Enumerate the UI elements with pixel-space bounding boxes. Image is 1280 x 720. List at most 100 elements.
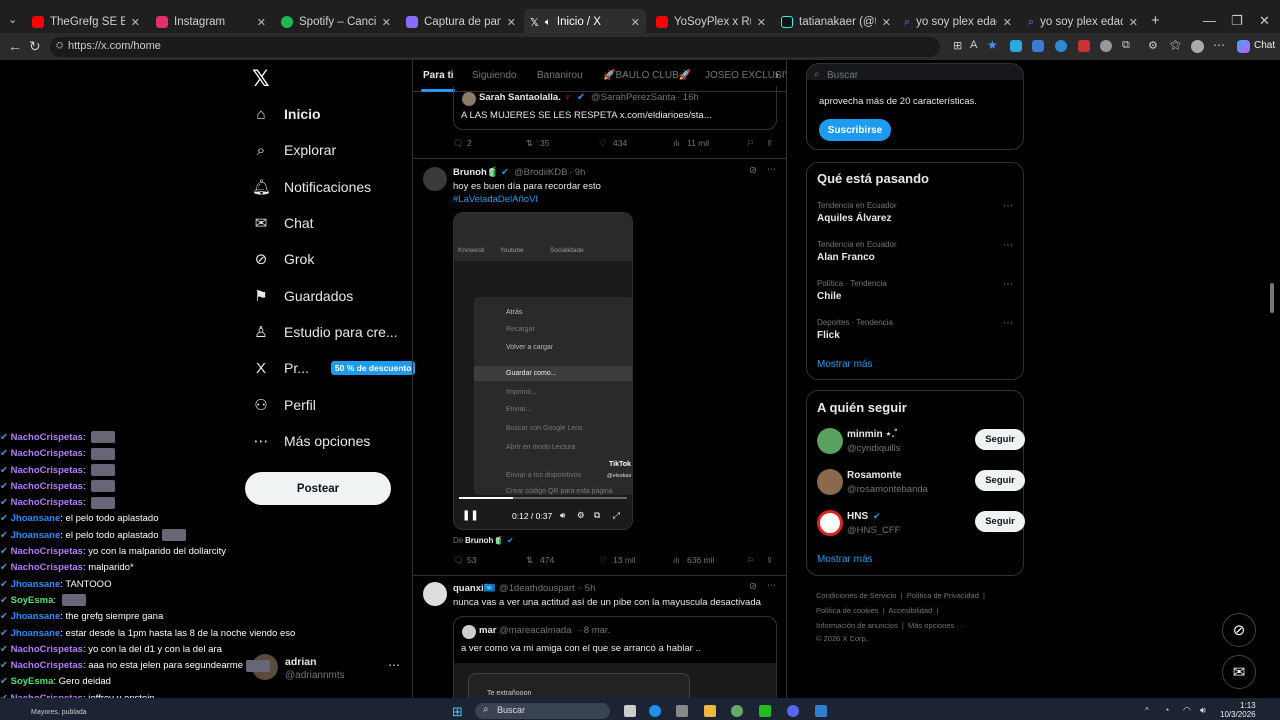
fullscreen-icon[interactable]: ⤢ [613,510,620,521]
repost-icon[interactable]: ⇅ [526,555,533,566]
show-more-link[interactable]: Mostrar más [817,359,873,370]
close-icon[interactable]: ✕ [131,16,140,29]
apps-icon[interactable]: ⊞ [953,39,962,52]
quoted-post[interactable]: Sarah Santaolalla. ♀ ✔ @SarahPerezSanta … [453,86,777,130]
pip-icon[interactable]: ⧉ [594,510,600,521]
reply-icon[interactable]: 🗨︎ [453,555,464,566]
clock[interactable]: 1:13 10/3/2026 [1220,701,1256,719]
tab-bananirou[interactable]: Bananirou [537,70,583,81]
close-icon[interactable]: ✕ [1129,16,1138,29]
nav-item-x-premium[interactable]: X Pr... 50 % de descuento [252,354,416,382]
close-icon[interactable]: ✕ [882,16,891,29]
discord-icon[interactable] [787,705,799,717]
app-icon[interactable] [731,705,743,717]
follow-button[interactable]: Seguir [975,511,1025,532]
repost-icon[interactable]: ⇅ [526,138,533,149]
grok-icon[interactable]: ⊘ [749,165,757,176]
post-button[interactable]: Postear [245,472,391,505]
more-dots-icon[interactable]: ⋯ [1003,279,1013,290]
account-switcher[interactable]: adrian @adriannmts ⋯ [252,654,402,684]
close-icon[interactable]: ✕ [631,16,640,29]
video-progress-track[interactable] [459,497,627,499]
grok-icon[interactable]: ⊘ [749,581,757,592]
maximize-icon[interactable]: ❐ [1231,13,1243,29]
extension-icon[interactable] [1032,40,1044,52]
folder-icon[interactable] [704,705,716,717]
more-dots-icon[interactable]: ⋯ [1003,318,1013,329]
nav-item-home[interactable]: ⌂ Inicio [252,100,320,128]
close-window-icon[interactable]: ✕ [1259,13,1270,29]
copilot-icon[interactable] [1237,40,1250,53]
browser-tab-active[interactable]: 𝕏 🔈︎ Inicio / X ✕ [524,9,646,35]
browser-tab[interactable]: TheGrefg SE BESA CON SU✕ [26,9,146,35]
wifi-icon[interactable]: ◠ [1183,705,1191,716]
follow-button[interactable]: Seguir [975,429,1025,450]
quoted-media[interactable]: Te extrañooon [454,663,776,698]
nav-item-bookmark[interactable]: ⚑ Guardados [252,282,353,310]
like-icon[interactable]: ♡ [599,138,607,149]
network-icon[interactable]: ◔ [1164,705,1169,715]
browser-tab[interactable]: Spotify – Canciones que te✕ [275,9,397,35]
collections-icon[interactable]: ⚝ [1170,39,1181,52]
extensions-puzzle-icon[interactable]: ⧉ [1122,39,1130,52]
tray-chevron-icon[interactable]: ^ [1145,706,1149,715]
close-icon[interactable]: ✕ [757,16,766,29]
extension-icon[interactable] [1100,40,1112,52]
share-icon[interactable]: ⇪ [766,555,773,566]
site-info-icon[interactable]: ⛭ [56,40,63,51]
bookmark-icon[interactable]: ⚐ [747,555,755,566]
browser-tab[interactable]: ⌕yo soy plex edad - Búsque✕ [1022,9,1144,35]
hashtag-link[interactable]: #LaVeladaDelAñoVI [453,194,538,205]
chat-button[interactable]: Chat [1254,40,1275,51]
url-field[interactable]: https://x.com/home [50,37,940,57]
nav-item-grok[interactable]: ⊘ Grok [252,245,315,273]
browser-tab[interactable]: ⌕yo soy plex edad - Búsque✕ [898,9,1018,35]
windows-start-icon[interactable]: ⊞ [452,704,463,720]
profile-avatar-icon[interactable] [1191,40,1204,53]
favorite-star-icon[interactable]: ★ [987,38,998,52]
browser-tab[interactable]: tatianakaer (@tatianakaer✕ [775,9,897,35]
browser-tab[interactable]: YoSoyPlex x Ruven - Flow✕ [650,9,772,35]
views-icon[interactable]: ılı [673,138,680,148]
tabs-scroll-right-icon[interactable]: › [775,70,778,81]
nav-item-bell[interactable]: 🔔︎ Notificaciones [252,173,371,201]
nav-item-search[interactable]: ⌕ Explorar [252,136,336,164]
close-icon[interactable]: ✕ [257,16,266,29]
follow-button[interactable]: Seguir [975,470,1025,491]
extension-icon[interactable] [1055,40,1067,52]
settings-icon[interactable]: ⚙ [577,510,585,521]
tab-siguiendo[interactable]: Siguiendo [472,70,516,81]
x-logo-icon[interactable]: 𝕏 [252,66,270,92]
minimize-icon[interactable]: — [1203,13,1216,28]
volume-icon[interactable]: 🔊︎ [560,510,565,521]
video-attribution[interactable]: Brunoh🧃 [465,536,503,545]
share-icon[interactable]: ⇪ [766,138,773,149]
extension-icon[interactable] [1010,40,1022,52]
browser-tab[interactable]: Instagram ✕ [150,9,272,35]
nav-item-studio[interactable]: ♙ Estudio para cre... [252,318,397,346]
author-name[interactable]: Brunoh🧃 [453,167,499,178]
store-icon[interactable] [676,705,688,717]
like-icon[interactable]: ♡ [599,555,607,566]
reply-icon[interactable]: 🗨︎ [453,138,464,149]
grok-fab[interactable]: ⊘ [1222,613,1256,647]
pause-icon[interactable]: ❚❚ [462,510,479,521]
views-icon[interactable]: ılı [673,555,680,565]
volume-icon[interactable]: 🔊︎ [1200,705,1206,716]
reload-icon[interactable]: ↻ [29,38,41,55]
quoted-post[interactable]: mar @mareacalmada · 8 mar. a ver como va… [453,616,777,698]
close-icon[interactable]: ✕ [382,16,391,29]
task-view-icon[interactable] [624,705,636,717]
bookmark-icon[interactable]: ⚐ [747,138,755,149]
close-icon[interactable]: ✕ [1003,16,1012,29]
subscribe-button[interactable]: Suscribirse [819,119,891,141]
app-icon[interactable] [815,705,827,717]
nav-item-profile[interactable]: ⚇ Perfil [252,391,316,419]
new-tab-icon[interactable]: + [1151,12,1160,29]
author-name[interactable]: quanxi🇺🇳 [453,583,495,594]
more-dots-icon[interactable]: ⋯ [1003,240,1013,251]
tab-para-ti[interactable]: Para ti [423,70,454,81]
taskbar-search[interactable]: Buscar [475,703,610,719]
close-icon[interactable]: ✕ [507,16,516,29]
menu-dots-icon[interactable]: ⋯ [1213,38,1225,52]
